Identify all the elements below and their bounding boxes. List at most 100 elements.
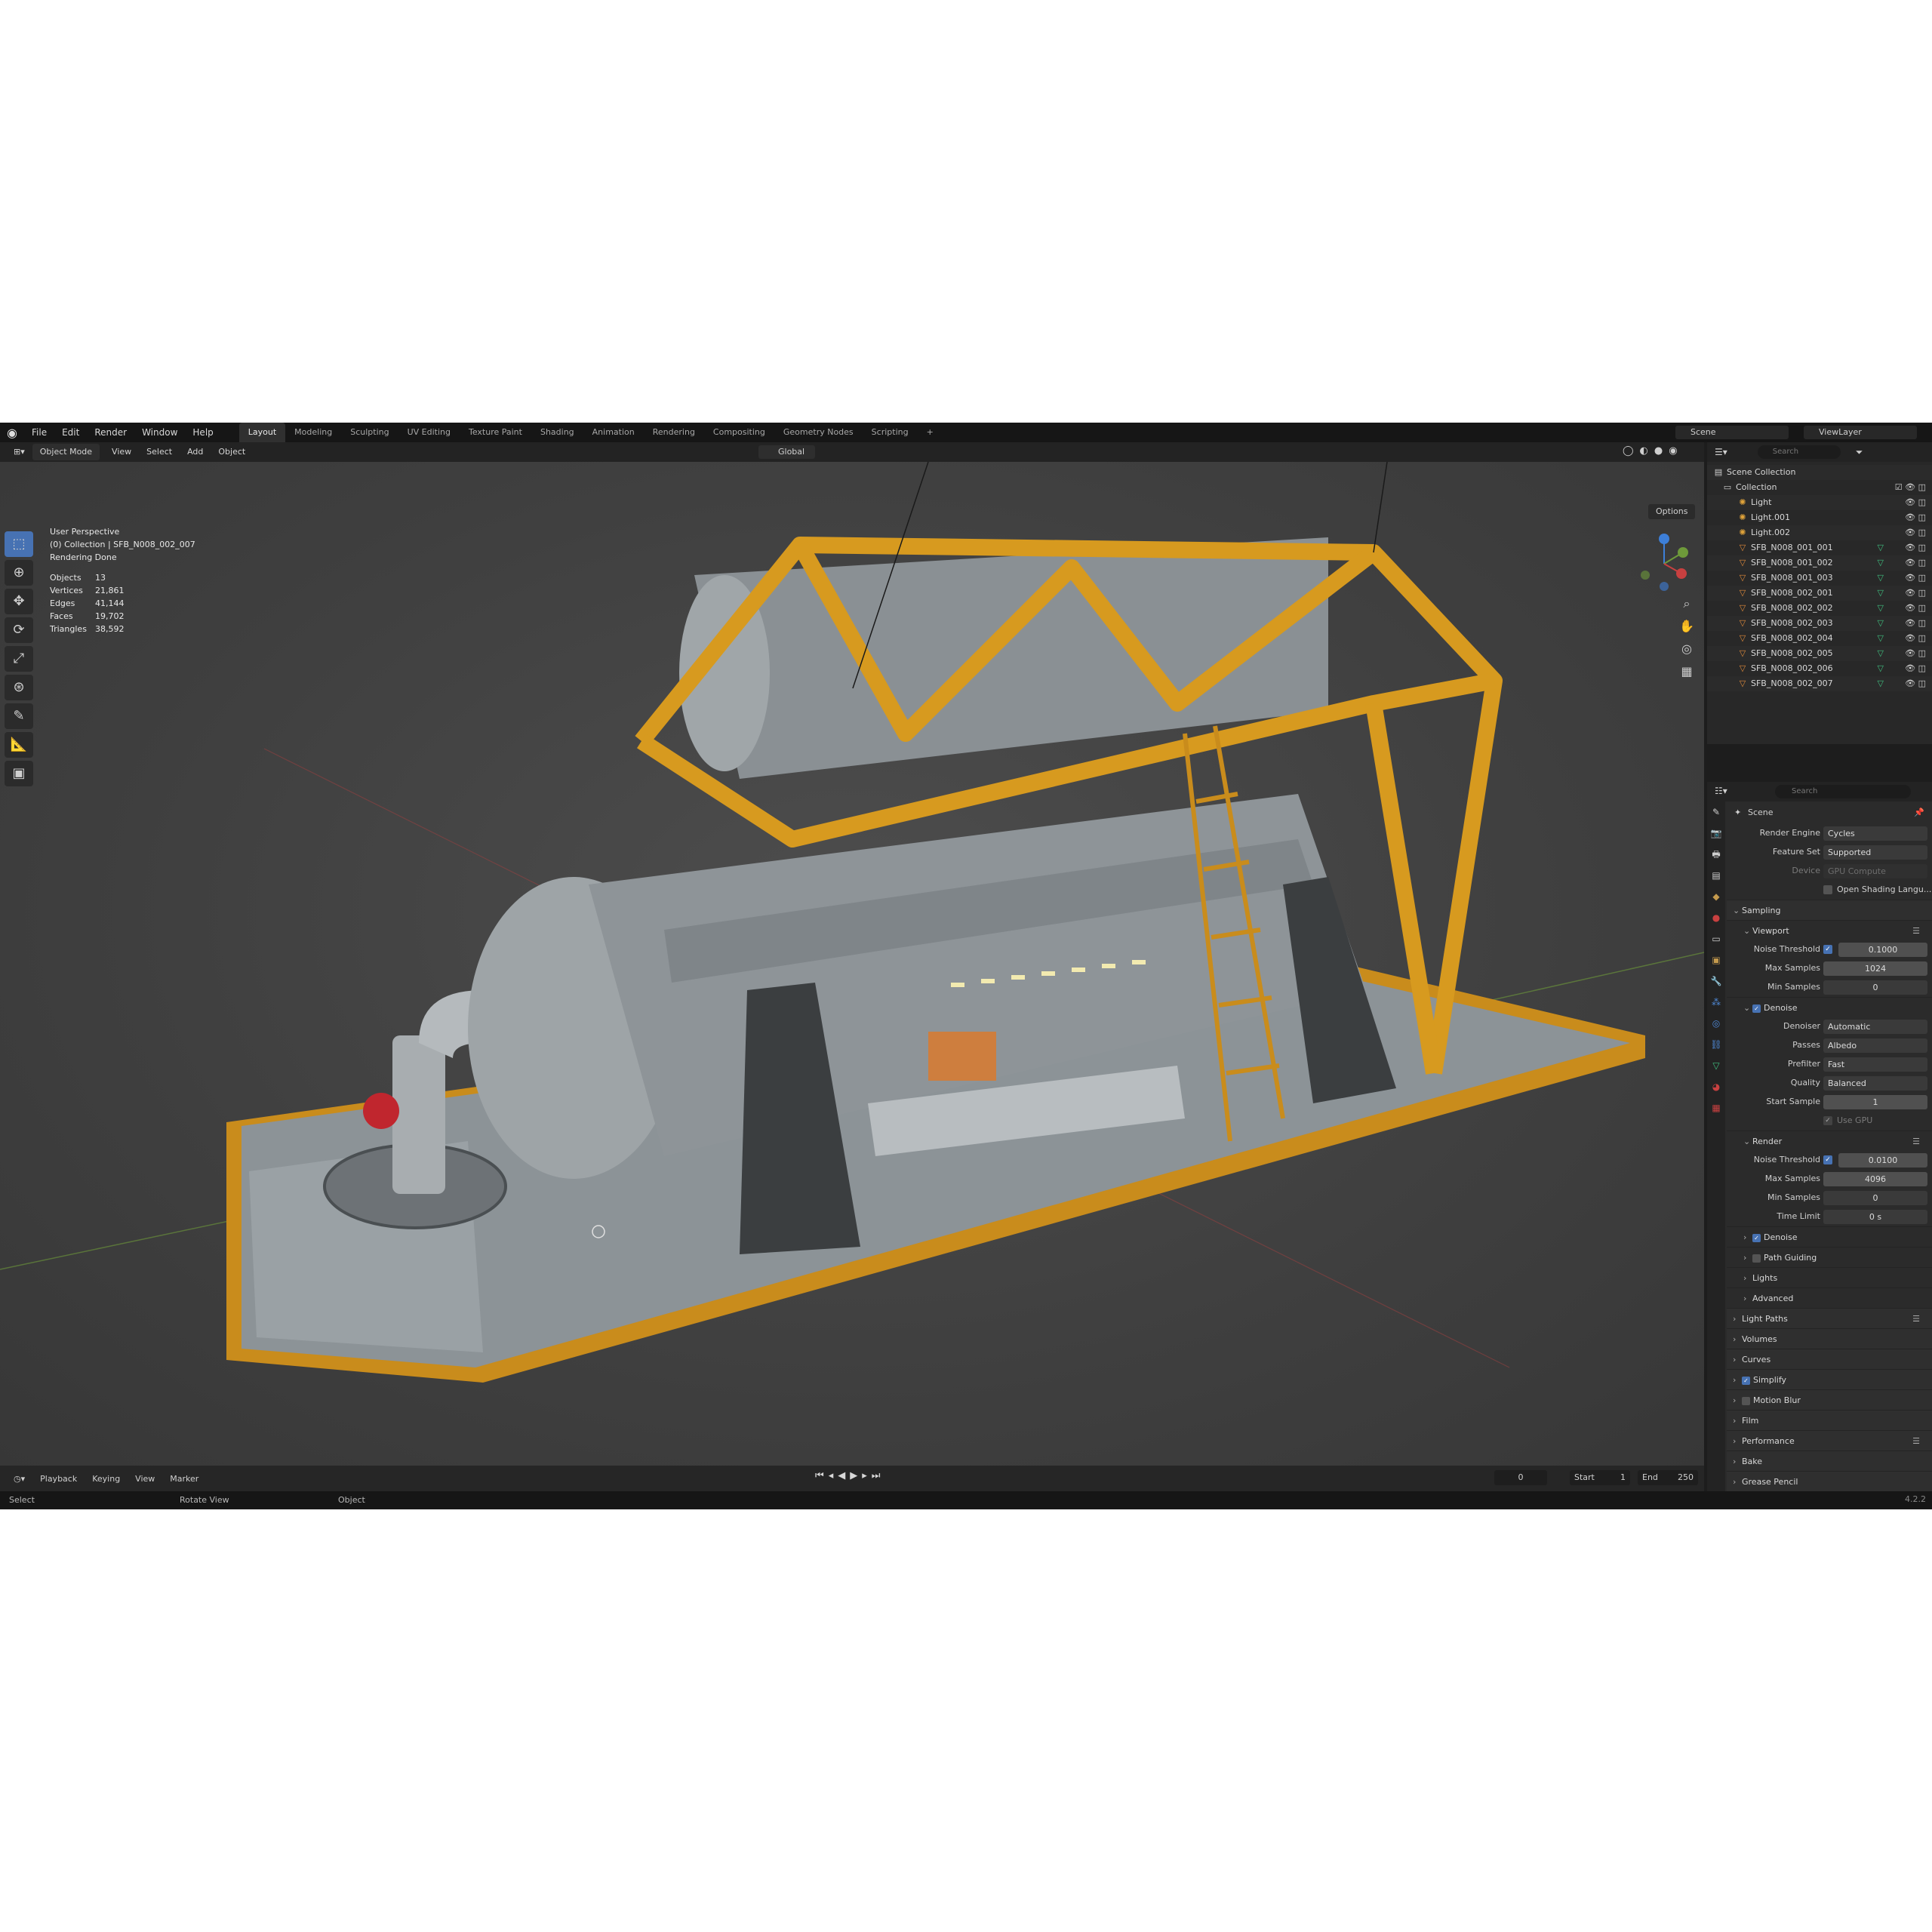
r-noise-threshold-field[interactable]: 0.0100 bbox=[1838, 1153, 1927, 1168]
scene-collection-row[interactable]: ▤ Scene Collection bbox=[1707, 465, 1932, 480]
menu-timeline-view[interactable]: View bbox=[128, 1474, 162, 1484]
feature-set-dropdown[interactable]: Supported bbox=[1823, 845, 1927, 860]
blender-logo-icon[interactable]: ◉ bbox=[0, 426, 24, 440]
properties-editor-icon[interactable]: ☷▾ bbox=[1715, 786, 1727, 796]
menu-marker[interactable]: Marker bbox=[162, 1474, 206, 1484]
zoom-icon[interactable]: ⌕ bbox=[1675, 596, 1698, 616]
current-frame-field[interactable]: 0 bbox=[1494, 1470, 1547, 1485]
visibility-icon[interactable]: 👁 ◫ bbox=[1905, 571, 1926, 586]
menu-help[interactable]: Help bbox=[185, 423, 220, 442]
use-gpu-checkbox[interactable]: ✓ bbox=[1823, 1116, 1832, 1125]
start-sample-field[interactable]: 1 bbox=[1823, 1095, 1927, 1109]
r-min-samples-field[interactable]: 0 bbox=[1823, 1191, 1927, 1205]
outliner-editor-icon[interactable]: ☰▾ bbox=[1715, 447, 1727, 457]
pan-hand-icon[interactable]: ✋ bbox=[1675, 619, 1698, 638]
properties-search-input[interactable]: Search bbox=[1775, 785, 1911, 798]
shading-mode-icons[interactable]: ◯◐●◉ bbox=[1623, 445, 1684, 457]
menu-edit[interactable]: Edit bbox=[54, 423, 87, 442]
grease-pencil-panel-header[interactable]: › Grease Pencil bbox=[1727, 1471, 1932, 1491]
visibility-icon[interactable]: 👁 ◫ bbox=[1905, 586, 1926, 601]
tab-compositing[interactable]: Compositing bbox=[704, 423, 774, 442]
select-box-tool-icon[interactable]: ⬚ bbox=[5, 531, 33, 557]
physics-tab-icon[interactable]: ◎ bbox=[1707, 1013, 1725, 1034]
visibility-icon[interactable]: ☑ 👁 ◫ bbox=[1895, 480, 1926, 495]
tab-modeling[interactable]: Modeling bbox=[285, 423, 341, 442]
3d-viewport[interactable]: ⬚ ⊕ ✥ ⟳ ⤢ ⊛ ✎ 📐 ▣ User Perspective (0) C… bbox=[0, 462, 1704, 1466]
lights-subpanel-header[interactable]: › Lights bbox=[1727, 1267, 1932, 1287]
modifier-tab-icon[interactable]: 🔧 bbox=[1707, 971, 1725, 992]
motion-blur-panel-header[interactable]: › Motion Blur bbox=[1727, 1389, 1932, 1410]
outliner-search-input[interactable]: Search bbox=[1757, 445, 1841, 459]
outliner-item-mesh[interactable]: ▽ SFB_N008_002_004 ▽ 👁 ◫ bbox=[1707, 631, 1932, 646]
editor-type-icon[interactable]: ⊞▾ bbox=[6, 444, 32, 460]
preset-list-icon[interactable]: ☰ bbox=[1912, 1431, 1920, 1451]
collection-tab-icon[interactable]: ▭ bbox=[1707, 928, 1725, 949]
visibility-icon[interactable]: 👁 ◫ bbox=[1905, 495, 1926, 510]
texture-tab-icon[interactable]: ▦ bbox=[1707, 1097, 1725, 1118]
tab-rendering[interactable]: Rendering bbox=[644, 423, 704, 442]
particles-tab-icon[interactable]: ⁂ bbox=[1707, 992, 1725, 1013]
preset-list-icon[interactable]: ☰ bbox=[1912, 921, 1920, 941]
visibility-icon[interactable]: 👁 ◫ bbox=[1905, 601, 1926, 616]
tab-layout[interactable]: Layout bbox=[238, 423, 286, 442]
tab-animation[interactable]: Animation bbox=[583, 423, 644, 442]
visibility-icon[interactable]: 👁 ◫ bbox=[1905, 676, 1926, 691]
transform-orientation-dropdown[interactable]: Global bbox=[758, 445, 816, 459]
outliner-item-light-001[interactable]: ✺ Light.001 👁 ◫ bbox=[1707, 510, 1932, 525]
outliner-item-mesh[interactable]: ▽ SFB_N008_002_002 ▽ 👁 ◫ bbox=[1707, 601, 1932, 616]
outliner-item-light[interactable]: ✺ Light 👁 ◫ bbox=[1707, 495, 1932, 510]
filter-icon[interactable]: ⏷ bbox=[1856, 447, 1863, 458]
outliner-item-mesh[interactable]: ▽ SFB_N008_002_001 ▽ 👁 ◫ bbox=[1707, 586, 1932, 601]
visibility-icon[interactable]: 👁 ◫ bbox=[1905, 631, 1926, 646]
rotate-tool-icon[interactable]: ⟳ bbox=[5, 617, 33, 643]
end-frame-field[interactable]: End 250 bbox=[1638, 1470, 1698, 1485]
outliner-item-light-002[interactable]: ✺ Light.002 👁 ◫ bbox=[1707, 525, 1932, 540]
visibility-icon[interactable]: 👁 ◫ bbox=[1905, 540, 1926, 555]
device-dropdown[interactable]: GPU Compute bbox=[1823, 864, 1927, 878]
tab-sculpting[interactable]: Sculpting bbox=[341, 423, 398, 442]
tool-tab-icon[interactable]: ✎ bbox=[1707, 801, 1725, 823]
timeline-editor-icon[interactable]: ◷▾ bbox=[6, 1474, 32, 1484]
vp-min-samples-field[interactable]: 0 bbox=[1823, 980, 1927, 995]
render-tab-icon[interactable]: 📷 bbox=[1707, 823, 1725, 844]
performance-panel-header[interactable]: › Performance ☰ bbox=[1727, 1430, 1932, 1451]
preset-list-icon[interactable]: ☰ bbox=[1912, 1309, 1920, 1329]
tab-texture-paint[interactable]: Texture Paint bbox=[460, 423, 531, 442]
viewport-subpanel-header[interactable]: ⌄ Viewport ☰ bbox=[1727, 920, 1932, 940]
camera-view-icon[interactable]: ◎ bbox=[1675, 641, 1698, 661]
menu-playback[interactable]: Playback bbox=[32, 1474, 85, 1484]
render-engine-dropdown[interactable]: Cycles bbox=[1823, 826, 1927, 841]
move-tool-icon[interactable]: ✥ bbox=[5, 589, 33, 614]
r-max-samples-field[interactable]: 4096 bbox=[1823, 1172, 1927, 1186]
quality-dropdown[interactable]: Balanced bbox=[1823, 1076, 1927, 1091]
film-panel-header[interactable]: › Film bbox=[1727, 1410, 1932, 1430]
visibility-icon[interactable]: 👁 ◫ bbox=[1905, 525, 1926, 540]
tab-uv-editing[interactable]: UV Editing bbox=[398, 423, 460, 442]
time-limit-field[interactable]: 0 s bbox=[1823, 1210, 1927, 1224]
collection-row[interactable]: ▭ Collection ☑ 👁 ◫ bbox=[1707, 480, 1932, 495]
transform-tool-icon[interactable]: ⊛ bbox=[5, 675, 33, 700]
visibility-icon[interactable]: 👁 ◫ bbox=[1905, 510, 1926, 525]
data-tab-icon[interactable]: ▽ bbox=[1707, 1055, 1725, 1076]
start-frame-field[interactable]: Start 1 bbox=[1570, 1470, 1630, 1485]
add-cube-tool-icon[interactable]: ▣ bbox=[5, 761, 33, 786]
vp-max-samples-field[interactable]: 1024 bbox=[1823, 961, 1927, 976]
outliner-item-mesh[interactable]: ▽ SFB_N008_001_001 ▽ 👁 ◫ bbox=[1707, 540, 1932, 555]
osl-checkbox[interactable] bbox=[1823, 885, 1832, 894]
object-tab-icon[interactable]: ▣ bbox=[1707, 949, 1725, 971]
output-tab-icon[interactable]: 🖶 bbox=[1707, 844, 1725, 865]
sampling-panel-header[interactable]: ⌄ Sampling bbox=[1727, 900, 1932, 920]
tab-geometry-nodes[interactable]: Geometry Nodes bbox=[774, 423, 863, 442]
menu-select[interactable]: Select bbox=[139, 444, 180, 460]
curves-panel-header[interactable]: › Curves bbox=[1727, 1349, 1932, 1369]
passes-dropdown[interactable]: Albedo bbox=[1823, 1038, 1927, 1053]
prefilter-dropdown[interactable]: Fast bbox=[1823, 1057, 1927, 1072]
menu-render[interactable]: Render bbox=[87, 423, 134, 442]
menu-add[interactable]: Add bbox=[180, 444, 211, 460]
tab-shading[interactable]: Shading bbox=[531, 423, 583, 442]
menu-object[interactable]: Object bbox=[211, 444, 253, 460]
preset-list-icon[interactable]: ☰ bbox=[1912, 1131, 1920, 1152]
world-tab-icon[interactable]: ● bbox=[1707, 907, 1725, 928]
vp-noise-threshold-checkbox[interactable]: ✓ bbox=[1823, 945, 1832, 954]
denoiser-dropdown[interactable]: Automatic bbox=[1823, 1020, 1927, 1034]
